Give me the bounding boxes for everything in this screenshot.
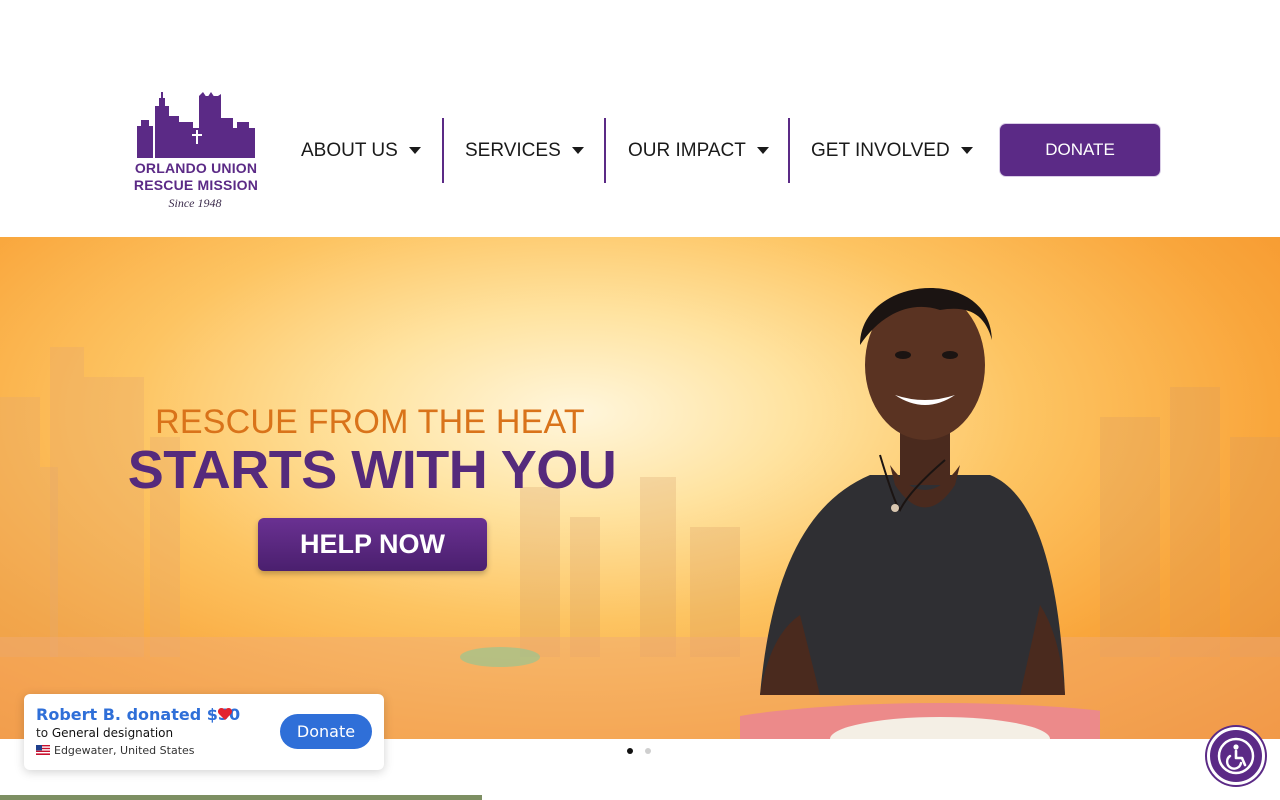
nav-label: ABOUT US	[301, 139, 398, 161]
nav-item-services[interactable]: SERVICES	[465, 118, 584, 183]
caret-down-icon	[960, 147, 973, 154]
logo-text-line1: ORLANDO UNION	[134, 160, 258, 176]
nav-item-our-impact[interactable]: OUR IMPACT	[628, 118, 769, 183]
slider-dots	[627, 748, 651, 754]
nav-item-about-us[interactable]: ABOUT US	[301, 118, 421, 183]
site-header: ORLANDO UNION RESCUE MISSION Since 1948 …	[0, 0, 1280, 237]
slider-dot-2[interactable]	[645, 748, 651, 754]
designation-prefix: to	[36, 726, 49, 740]
accessibility-button[interactable]	[1207, 727, 1265, 785]
caret-down-icon	[408, 147, 421, 154]
heart-icon	[217, 708, 233, 720]
donation-designation: to General designation	[36, 726, 173, 740]
donate-button[interactable]: DONATE	[1000, 124, 1160, 176]
donation-notification-title: Robert B. donated $50	[36, 705, 241, 724]
nav-label: SERVICES	[465, 139, 561, 161]
next-section-image-strip	[0, 795, 482, 800]
caret-down-icon	[756, 147, 769, 154]
accessibility-icon	[1217, 737, 1255, 775]
help-now-button[interactable]: HELP NOW	[258, 518, 487, 571]
nav-divider	[442, 118, 444, 183]
donation-location: Edgewater, United States	[54, 744, 195, 757]
hero-banner[interactable]: RESCUE FROM THE HEAT STARTS WITH YOU HEL…	[0, 237, 1280, 739]
nav-divider	[604, 118, 606, 183]
smiling-woman-photo	[740, 287, 1100, 739]
caret-down-icon	[571, 147, 584, 154]
nav-label: GET INVOLVED	[811, 139, 950, 161]
donation-notification[interactable]: Robert B. donated $50 to General designa…	[24, 694, 384, 770]
orlando-skyline-logo-icon	[137, 92, 255, 158]
site-logo[interactable]: ORLANDO UNION RESCUE MISSION Since 1948	[133, 92, 259, 212]
nav-divider	[788, 118, 790, 183]
hero-headline-main: STARTS WITH YOU	[127, 440, 617, 500]
designation-name: General designation	[51, 726, 174, 740]
nav-label: OUR IMPACT	[628, 139, 746, 161]
slider-dot-1[interactable]	[627, 748, 633, 754]
nav-item-get-involved[interactable]: GET INVOLVED	[811, 118, 973, 183]
notification-donate-button[interactable]: Donate	[280, 714, 372, 749]
logo-since: Since 1948	[168, 196, 222, 210]
logo-text-line2: RESCUE MISSION	[133, 177, 259, 193]
hero-headline-top: RESCUE FROM THE HEAT	[155, 403, 585, 441]
us-flag-icon	[36, 745, 50, 755]
